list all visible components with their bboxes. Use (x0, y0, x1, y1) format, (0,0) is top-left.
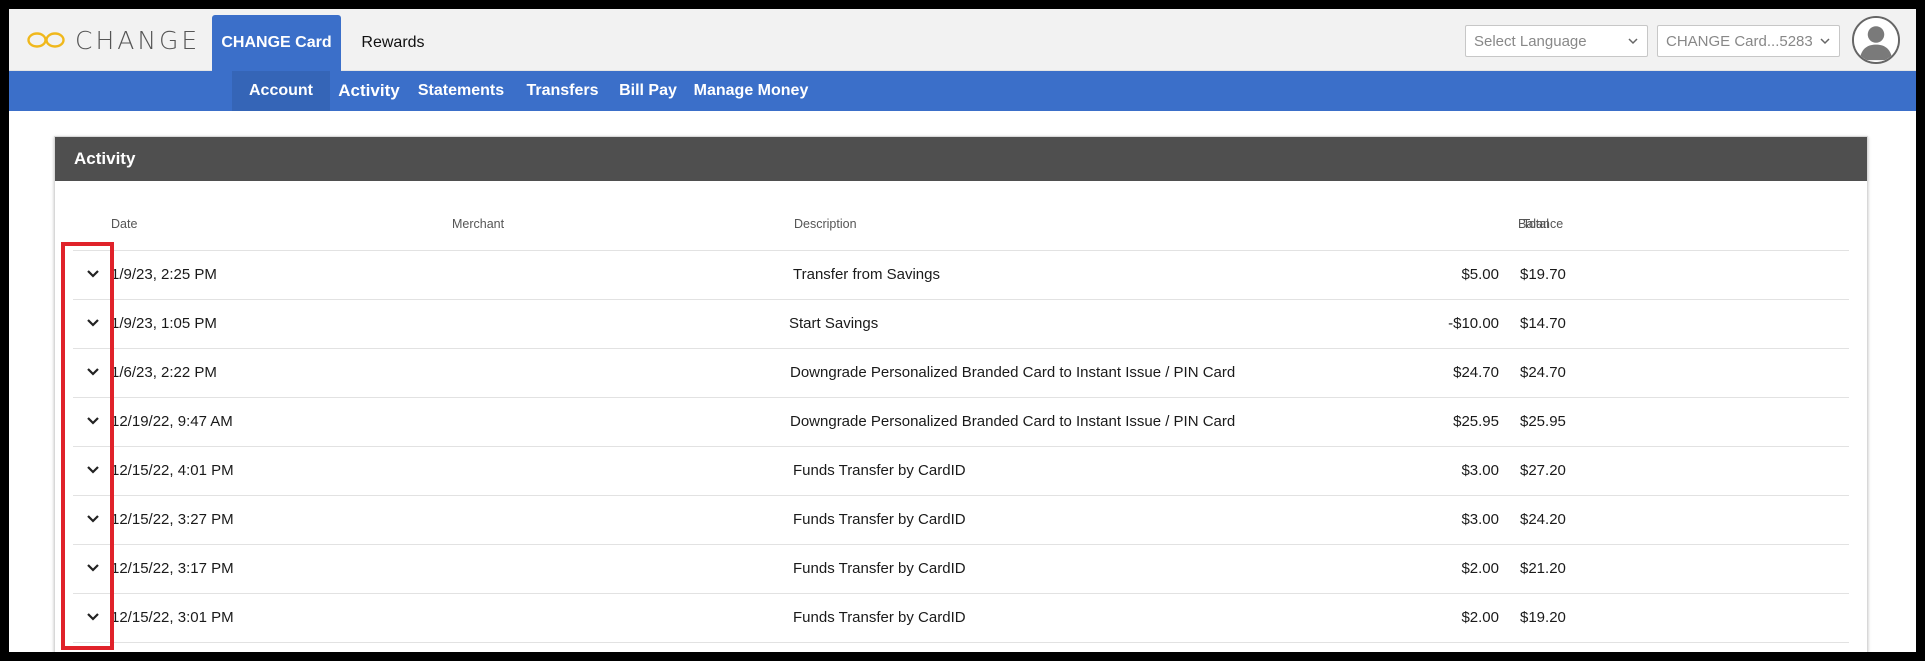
row-balance: $19.70 (1520, 266, 1566, 283)
app-frame: CHANGE CHANGE Card Rewards Select Langua… (9, 9, 1916, 652)
row-total: -$10.00 (1448, 315, 1499, 332)
language-select-value: Select Language (1474, 32, 1587, 50)
row-description: Start Savings (789, 315, 879, 332)
row-total: $24.70 (1453, 364, 1499, 381)
column-header-date[interactable]: Date (111, 217, 137, 231)
table-row[interactable]: 12/15/22, 3:01 PM Funds Transfer by CardI… (73, 594, 1849, 643)
row-description: Funds Transfer by CardID (793, 462, 966, 479)
row-description: Downgrade Personalized Branded Card to I… (790, 364, 1236, 381)
nav-manage-money[interactable]: Manage Money (689, 71, 813, 111)
row-balance: $24.70 (1520, 364, 1566, 381)
top-header: CHANGE CHANGE Card Rewards Select Langua… (9, 9, 1916, 71)
chevron-down-icon[interactable] (85, 268, 101, 280)
column-header-balance[interactable]: Balance (1518, 217, 1563, 231)
row-total: $25.95 (1453, 413, 1499, 430)
chevron-down-icon (1820, 38, 1830, 45)
change-logo[interactable]: CHANGE (26, 25, 201, 55)
column-header-description[interactable]: Description (794, 217, 857, 231)
row-date: 12/15/22, 3:01 PM (111, 609, 234, 626)
row-balance: $24.20 (1520, 511, 1566, 528)
row-date: 12/15/22, 4:01 PM (111, 462, 234, 479)
panel-title: Activity (55, 137, 1867, 181)
table-row[interactable]: 1/9/23, 2:25 PM Transfer from Savings $5.0… (73, 251, 1849, 300)
chevron-down-icon[interactable] (85, 513, 101, 525)
row-total: $5.00 (1461, 266, 1499, 283)
row-date: 1/9/23, 1:05 PM (111, 315, 217, 332)
row-balance: $21.20 (1520, 560, 1566, 577)
table-row[interactable]: 12/15/22, 3:17 PM Funds Transfer by CardI… (73, 545, 1849, 594)
row-total: $3.00 (1461, 511, 1499, 528)
row-balance: $25.95 (1520, 413, 1566, 430)
row-date: 12/15/22, 3:17 PM (111, 560, 234, 577)
row-description: Transfer from Savings (793, 266, 940, 283)
panel-title-text: Activity (74, 149, 136, 168)
row-date: 1/6/23, 2:22 PM (111, 364, 217, 381)
column-header-merchant[interactable]: Merchant (452, 217, 504, 231)
nav-account[interactable]: Account (232, 71, 330, 111)
tab-rewards-label: Rewards (361, 34, 425, 51)
nav-transfers[interactable]: Transfers (518, 71, 607, 111)
row-total: $2.00 (1461, 560, 1499, 577)
table-row[interactable]: 12/15/22, 4:01 PM Funds Transfer by CardI… (73, 447, 1849, 496)
sub-navigation: Account Activity Statements Transfers Bi… (9, 71, 1916, 111)
nav-statements-label: Statements (417, 82, 505, 99)
table-row[interactable]: 1/9/23, 1:05 PM Start Savings -$10.00 $14.7… (73, 300, 1849, 349)
row-date: 12/15/22, 3:27 PM (111, 511, 234, 528)
row-date: 1/9/23, 2:25 PM (111, 266, 217, 283)
row-total: $3.00 (1461, 462, 1499, 479)
tab-rewards[interactable]: Rewards (345, 15, 441, 71)
chevron-down-icon[interactable] (85, 611, 101, 623)
nav-bill-pay[interactable]: Bill Pay (614, 71, 682, 111)
logo-text: CHANGE (75, 25, 201, 55)
card-select[interactable]: CHANGE Card...5283 (1657, 25, 1840, 57)
table-row[interactable]: 12/15/22, 3:27 PM Funds Transfer by CardI… (73, 496, 1849, 545)
chevron-down-icon[interactable] (85, 415, 101, 427)
row-description: Funds Transfer by CardID (793, 511, 966, 528)
nav-account-label: Account (249, 82, 313, 99)
row-description: Funds Transfer by CardID (793, 609, 966, 626)
row-date: 12/19/22, 9:47 AM (111, 413, 233, 430)
infinity-logo-icon (27, 32, 65, 48)
chevron-down-icon[interactable] (85, 366, 101, 378)
nav-statements[interactable]: Statements (410, 71, 512, 111)
tab-change-card-label: CHANGE Card (221, 34, 332, 51)
row-description: Downgrade Personalized Branded Card to I… (790, 413, 1236, 430)
nav-manage-money-label: Manage Money (693, 82, 809, 99)
row-balance: $27.20 (1520, 462, 1566, 479)
language-select[interactable]: Select Language (1465, 25, 1648, 57)
chevron-down-icon[interactable] (85, 562, 101, 574)
table-row[interactable]: 1/6/23, 2:22 PM Downgrade Personalized Br… (73, 349, 1849, 398)
card-select-value: CHANGE Card...5283 (1666, 32, 1813, 50)
chevron-down-icon (1628, 38, 1638, 45)
user-avatar-icon[interactable] (1852, 16, 1900, 64)
row-description: Funds Transfer by CardID (793, 560, 966, 577)
table-row[interactable]: 12/19/22, 9:47 AM Downgrade Personalized … (73, 398, 1849, 447)
nav-transfers-label: Transfers (526, 82, 599, 99)
row-balance: $14.70 (1520, 315, 1566, 332)
chevron-down-icon[interactable] (85, 464, 101, 476)
tab-change-card[interactable]: CHANGE Card (212, 15, 341, 71)
nav-bill-pay-label: Bill Pay (619, 82, 677, 99)
chevron-down-icon[interactable] (85, 317, 101, 329)
nav-activity[interactable]: Activity (333, 71, 405, 111)
row-total: $2.00 (1461, 609, 1499, 626)
row-balance: $19.20 (1520, 609, 1566, 626)
nav-activity-label: Activity (338, 81, 400, 100)
activity-panel: Activity Date Merchant Description Total… (54, 136, 1868, 652)
